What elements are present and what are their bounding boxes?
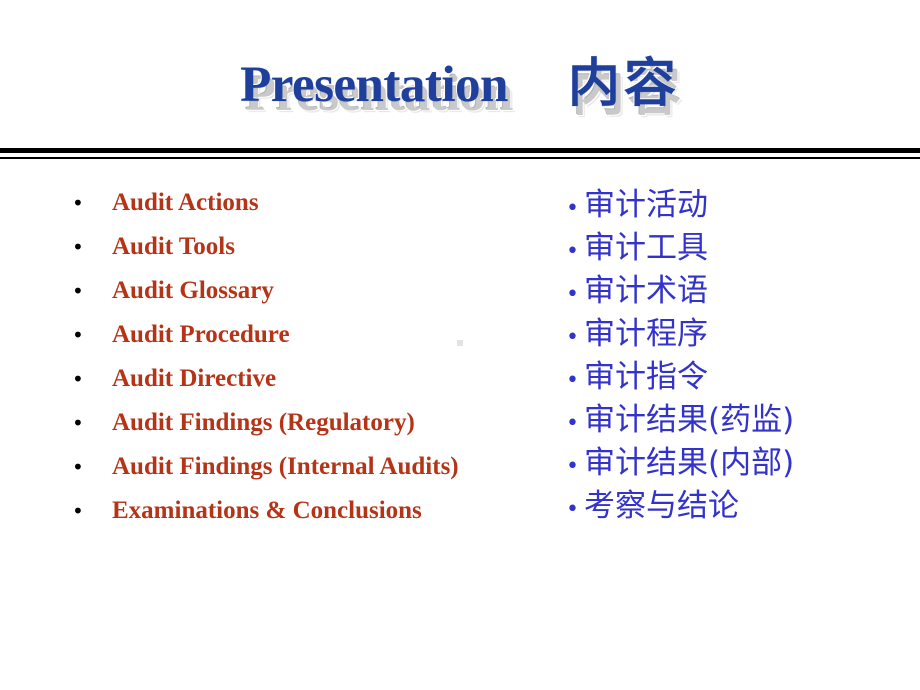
bullet-icon: •: [566, 196, 579, 221]
bullet-icon: •: [72, 455, 84, 479]
list-item: • 审计结果(药监): [566, 405, 906, 448]
title-chinese-text: 内容: [567, 54, 680, 114]
list-item-label: Audit Procedure: [112, 321, 290, 348]
bullet-icon: •: [566, 454, 579, 479]
bullet-icon: •: [566, 368, 579, 393]
bullet-list-chinese: • 审计活动 • 审计工具 • 审计术语 • 审计程序 • 审计指令 • 审计结…: [566, 190, 906, 534]
list-item-label: 审计程序: [584, 316, 708, 352]
list-item-label: 审计结果(内部): [584, 445, 795, 481]
list-item-label: Audit Tools: [112, 233, 235, 260]
list-item-label: Audit Findings (Internal Audits): [112, 453, 459, 480]
list-item: • Audit Directive: [72, 366, 552, 410]
bullet-icon: •: [72, 279, 84, 303]
list-item: • Audit Findings (Internal Audits): [72, 454, 552, 498]
bullet-icon: •: [566, 497, 579, 522]
list-item: • 考察与结论: [566, 491, 906, 534]
list-item-label: Audit Directive: [112, 365, 277, 392]
bullet-icon: •: [566, 411, 579, 436]
list-item-label: Audit Findings (Regulatory): [112, 409, 415, 436]
title-divider: [0, 148, 920, 159]
list-item: • Audit Tools: [72, 234, 552, 278]
list-item-label: Audit Actions: [112, 189, 259, 216]
list-item-label: 审计术语: [584, 273, 708, 309]
title-english: Presentation Presentation: [240, 57, 513, 120]
bullet-icon: •: [566, 282, 579, 307]
list-item: • 审计程序: [566, 319, 906, 362]
bullet-icon: •: [72, 191, 84, 215]
list-item: • 审计工具: [566, 233, 906, 276]
title-chinese: 内容 内容: [568, 58, 681, 119]
list-item: • 审计活动: [566, 190, 906, 233]
bullet-icon: •: [72, 411, 84, 435]
list-item-label: 审计指令: [584, 359, 708, 395]
content-area: • Audit Actions • Audit Tools • Audit Gl…: [0, 190, 920, 570]
bullet-icon: •: [72, 367, 84, 391]
bullet-icon: •: [72, 499, 84, 523]
title-english-text: Presentation: [240, 57, 508, 113]
placeholder-artifact: [457, 340, 463, 346]
list-item: • Audit Glossary: [72, 278, 552, 322]
list-item: • 审计结果(内部): [566, 448, 906, 491]
list-item-label: 审计活动: [584, 187, 708, 223]
list-item-label: Audit Glossary: [112, 277, 274, 304]
list-item-label: 审计工具: [584, 230, 708, 266]
divider-rule-thin: [0, 157, 920, 159]
bullet-icon: •: [566, 239, 579, 264]
bullet-list-english: • Audit Actions • Audit Tools • Audit Gl…: [72, 190, 552, 542]
list-item: • 审计指令: [566, 362, 906, 405]
list-item: • Audit Findings (Regulatory): [72, 410, 552, 454]
list-item: • Audit Actions: [72, 190, 552, 234]
page-title: Presentation Presentation 内容 内容: [0, 58, 920, 130]
list-item: • 审计术语: [566, 276, 906, 319]
list-item: • Examinations & Conclusions: [72, 498, 552, 542]
list-item-label: 审计结果(药监): [584, 402, 795, 438]
list-item-label: Examinations & Conclusions: [112, 497, 422, 524]
list-item: • Audit Procedure: [72, 322, 552, 366]
bullet-icon: •: [72, 323, 84, 347]
bullet-icon: •: [72, 235, 84, 259]
list-item-label: 考察与结论: [584, 488, 739, 524]
slide-canvas: { "slide": { "background_color": "#fffff…: [0, 0, 920, 690]
bullet-icon: •: [566, 325, 579, 350]
